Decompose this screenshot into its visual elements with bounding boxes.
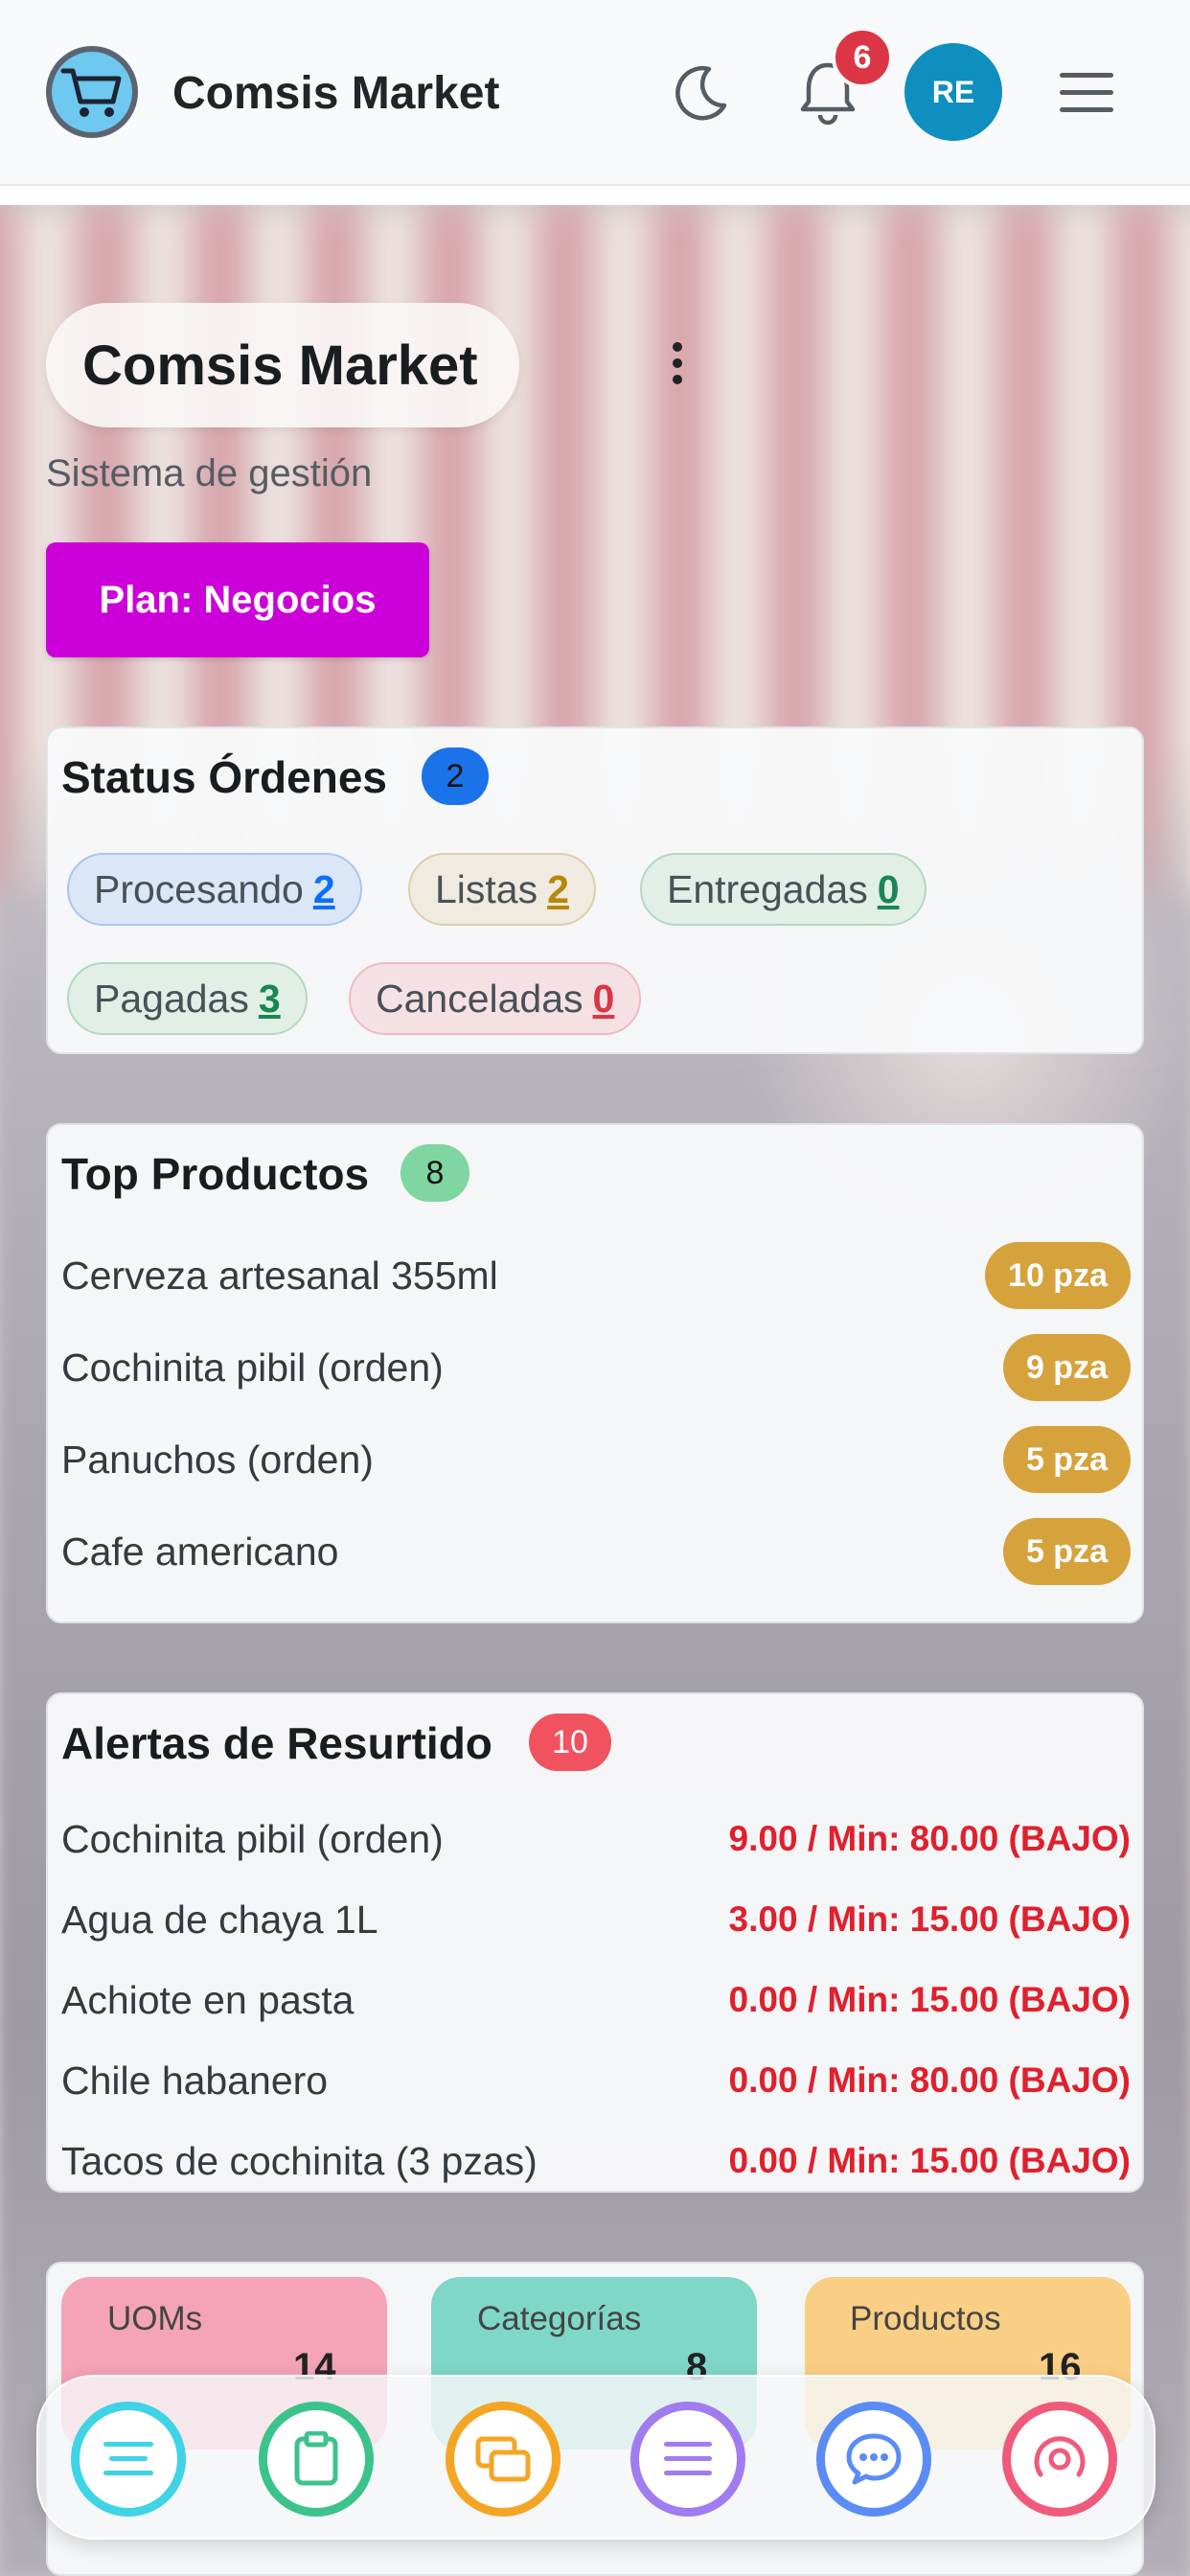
notification-badge: 6	[832, 27, 893, 88]
list-item: Cochinita pibil (orden) 9.00 / Min: 80.0…	[61, 1806, 1131, 1873]
status-pill-label: Procesando	[94, 866, 304, 911]
status-pill-pagadas[interactable]: Pagadas 3	[67, 962, 308, 1035]
status-pill-label: Entregadas	[667, 866, 868, 911]
qty-badge: 10 pza	[985, 1242, 1131, 1309]
target-icon	[1034, 2436, 1086, 2477]
nav-button-layers[interactable]	[446, 2402, 561, 2517]
clipboard-icon	[294, 2431, 338, 2486]
status-pill-listas[interactable]: Listas 2	[408, 853, 596, 926]
restock-alerts-card[interactable]: Alertas de Resurtido 10 Cochinita pibil …	[46, 1692, 1144, 2193]
product-name: Cerveza artesanal 355ml	[61, 1253, 498, 1298]
hero-title-pill: Comsis Market	[46, 303, 519, 427]
stat-label: UOMs	[107, 2300, 203, 2337]
stat-label: Productos	[850, 2300, 1001, 2337]
alert-product-name: Tacos de cochinita (3 pzas)	[61, 2138, 538, 2183]
alert-product-name: Chile habanero	[61, 2058, 329, 2103]
alert-product-name: Achiote en pasta	[61, 1977, 355, 2022]
status-pill-canceladas[interactable]: Canceladas 0	[349, 962, 642, 1035]
list-item: Cerveza artesanal 355ml 10 pza	[61, 1242, 1131, 1309]
alert-stock-value: 0.00 / Min: 15.00 (BAJO)	[728, 1980, 1131, 2019]
status-orders-card: Status Órdenes 2 Procesando 2 Listas 2 E…	[46, 726, 1144, 1054]
nav-button-list[interactable]	[630, 2402, 745, 2517]
kebab-menu-icon[interactable]	[671, 341, 684, 385]
top-products-card: Top Productos 8 Cerveza artesanal 355ml …	[46, 1123, 1144, 1623]
moon-icon[interactable]	[671, 63, 730, 123]
status-pill-entregadas[interactable]: Entregadas 0	[640, 853, 927, 926]
alert-product-name: Agua de chaya 1L	[61, 1897, 378, 1942]
list-item: Chile habanero 0.00 / Min: 80.00 (BAJO)	[61, 2047, 1131, 2114]
alert-stock-value: 0.00 / Min: 15.00 (BAJO)	[728, 2141, 1131, 2180]
top-products-title: Top Productos	[61, 1149, 370, 1199]
status-pill-label: Listas	[435, 866, 538, 911]
chat-icon	[846, 2433, 902, 2485]
nav-button-clipboard[interactable]	[259, 2402, 374, 2517]
product-name: Panuchos (orden)	[61, 1437, 374, 1482]
hero-title: Comsis Market	[82, 334, 478, 397]
alert-stock-value: 3.00 / Min: 15.00 (BAJO)	[728, 1899, 1131, 1939]
status-pill-label: Pagadas	[94, 976, 249, 1021]
status-pill-label: Canceladas	[376, 976, 584, 1021]
qty-badge: 5 pza	[1002, 1426, 1131, 1493]
qty-badge: 5 pza	[1002, 1518, 1131, 1585]
alert-stock-value: 9.00 / Min: 80.00 (BAJO)	[728, 1819, 1131, 1858]
menu-icon[interactable]	[1060, 71, 1113, 115]
layers-icon	[475, 2436, 531, 2482]
status-pill-procesando[interactable]: Procesando 2	[67, 853, 362, 926]
stat-label: Categorías	[477, 2300, 642, 2337]
nav-button-chat[interactable]	[816, 2402, 931, 2517]
list-item: Achiote en pasta 0.00 / Min: 15.00 (BAJO…	[61, 1966, 1131, 2034]
status-pill-value[interactable]: 0	[593, 977, 615, 1022]
list-icon	[664, 2442, 712, 2475]
nav-button-target[interactable]	[1002, 2402, 1117, 2517]
list-item: Agua de chaya 1L 3.00 / Min: 15.00 (BAJO…	[61, 1886, 1131, 1953]
top-products-count-badge: 8	[400, 1144, 469, 1202]
status-orders-count-badge: 2	[422, 748, 489, 805]
list-item: Cafe americano 5 pza	[61, 1518, 1131, 1585]
qty-badge: 9 pza	[1002, 1334, 1131, 1401]
plan-button[interactable]: Plan: Negocios	[46, 542, 429, 657]
status-pill-value[interactable]: 0	[878, 867, 900, 912]
status-orders-title: Status Órdenes	[61, 752, 387, 802]
status-pill-value[interactable]: 2	[547, 867, 569, 912]
list-item: Panuchos (orden) 5 pza	[61, 1426, 1131, 1493]
status-pill-value[interactable]: 2	[313, 867, 335, 912]
avatar[interactable]: RE	[904, 43, 1002, 141]
product-name: Cochinita pibil (orden)	[61, 1345, 444, 1390]
bottom-nav-bar	[36, 2375, 1156, 2540]
list-item: Cochinita pibil (orden) 9 pza	[61, 1334, 1131, 1401]
restock-alerts-title: Alertas de Resurtido	[61, 1718, 492, 1768]
hero-subtitle: Sistema de gestión	[46, 452, 373, 494]
top-navbar: Comsis Market 6 RE	[0, 0, 1190, 186]
restock-alerts-count-badge: 10	[529, 1714, 611, 1771]
alert-product-name: Cochinita pibil (orden)	[61, 1816, 444, 1861]
nav-button-lines[interactable]	[71, 2402, 186, 2517]
header-divider	[0, 186, 1190, 205]
status-pill-value[interactable]: 3	[259, 977, 281, 1022]
list-item: Tacos de cochinita (3 pzas) 0.00 / Min: …	[61, 2128, 1131, 2191]
app-title[interactable]: Comsis Market	[172, 67, 499, 120]
product-name: Cafe americano	[61, 1529, 339, 1574]
cart-logo-icon[interactable]	[46, 46, 138, 138]
alert-stock-value: 0.00 / Min: 80.00 (BAJO)	[728, 2060, 1131, 2100]
lines-icon	[103, 2442, 153, 2475]
